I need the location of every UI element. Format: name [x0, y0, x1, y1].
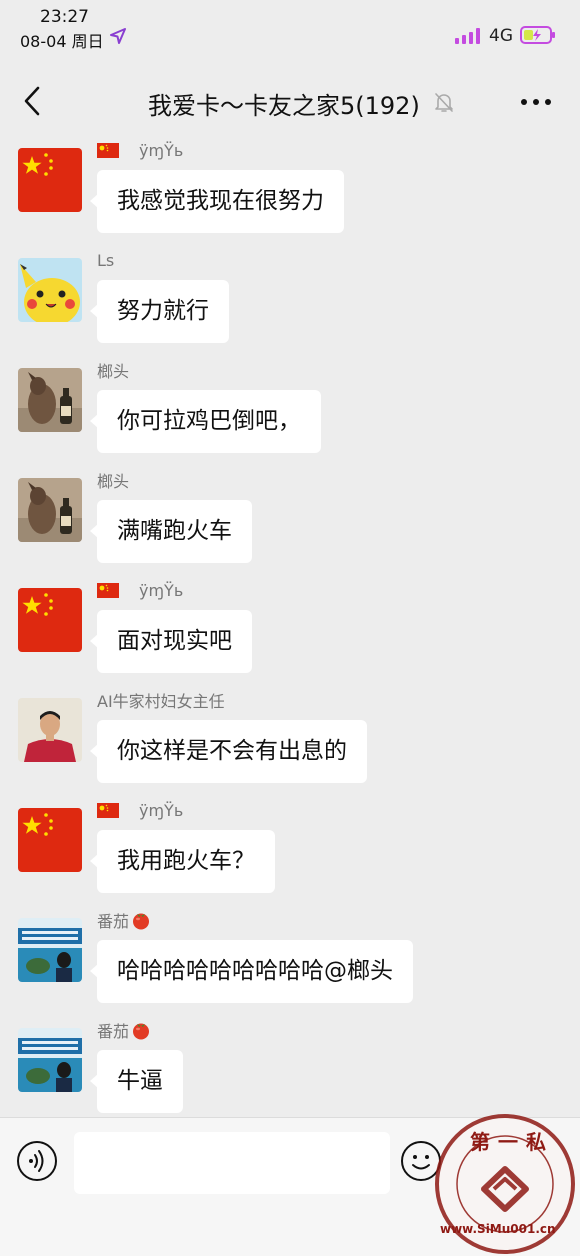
china-flag-icon [97, 582, 119, 598]
sender-name: 番茄 [97, 912, 130, 931]
message-bubble[interactable]: 你可拉鸡巴倒吧， [90, 390, 321, 453]
avatar-turtle-poster[interactable] [18, 918, 82, 982]
message-item: ÿɱŸь 面对现实吧 [0, 578, 580, 688]
message-item: 番茄 哈哈哈哈哈哈哈哈哈@榔头 [0, 908, 580, 1018]
watermark-text-url: www.SiMu001.cn [440, 1222, 556, 1236]
sender-name: 番茄 [97, 1022, 130, 1041]
sender-name-row: ÿɱŸь [97, 578, 183, 602]
message-item: ÿɱŸь 我感觉我现在很努力 [0, 138, 580, 248]
input-bar: 第一私 www.SiMu001.cn [0, 1114, 580, 1256]
message-item: 榔头 满嘴跑火车 [0, 468, 580, 578]
sender-name: 榔头 [97, 362, 130, 381]
sender-name-row: 榔头 [97, 358, 129, 382]
message-bubble[interactable]: 牛逼 [90, 1050, 183, 1113]
voice-icon[interactable] [16, 1140, 58, 1182]
signal-icon [455, 28, 480, 44]
message-bubble[interactable]: 努力就行 [90, 280, 229, 343]
china-flag-icon [97, 142, 119, 158]
sender-name: ÿɱŸь [139, 140, 184, 160]
network-type: 4G [489, 26, 513, 46]
avatar-turtle-poster[interactable] [18, 1028, 82, 1092]
sender-name: ÿɱŸь [139, 580, 184, 600]
sender-name-row: 榔头 [97, 468, 129, 492]
message-item: 榔头 你可拉鸡巴倒吧， [0, 358, 580, 468]
message-bubble[interactable]: 哈哈哈哈哈哈哈哈哈@榔头 [90, 940, 413, 1003]
mute-bell-icon [435, 93, 453, 112]
sender-name: 榔头 [97, 472, 130, 491]
sender-name-row: 番茄 [97, 1018, 151, 1042]
chat-title: 我爱卡～卡友之家5(192) [148, 92, 420, 120]
sender-name-row: ÿɱŸь [97, 138, 183, 162]
sender-name-row: 番茄 [97, 908, 151, 932]
avatar-dog-bottle[interactable] [18, 368, 82, 432]
message-bubble[interactable]: 我感觉我现在很努力 [90, 170, 344, 233]
sender-name: AI牛家村妇女主任 [97, 692, 225, 711]
sender-name: Ls [97, 250, 115, 270]
chat-header: 我爱卡～卡友之家5(192) [0, 62, 580, 138]
avatar-man-red-shirt[interactable] [18, 698, 82, 762]
battery-charging-icon [520, 26, 555, 44]
message-item: AI牛家村妇女主任 你这样是不会有出息的 [0, 688, 580, 798]
more-icon[interactable] [518, 90, 554, 114]
avatar-china-flag[interactable] [18, 808, 82, 872]
sender-name: ÿɱŸь [139, 800, 184, 820]
tomato-icon [133, 1023, 150, 1040]
status-date: 08-04 周日 [20, 32, 104, 51]
avatar-china-flag[interactable] [18, 588, 82, 652]
watermark-text-main: 第一私 [470, 1130, 554, 1154]
chat-screen: 23:27 08-04 周日 4G 我爱卡～卡友之家5(192) ÿɱŸь 我感… [0, 0, 580, 1256]
china-flag-icon [97, 802, 119, 818]
message-bubble[interactable]: 面对现实吧 [90, 610, 252, 673]
message-input[interactable] [74, 1132, 390, 1194]
tomato-icon [133, 913, 150, 930]
message-item: Ls 努力就行 [0, 248, 580, 358]
avatar-pikachu[interactable] [18, 258, 82, 322]
sender-name-row: AI牛家村妇女主任 [97, 688, 225, 712]
status-bar: 23:27 08-04 周日 4G [0, 0, 580, 62]
location-arrow-icon [110, 28, 126, 44]
status-time: 23:27 [40, 7, 89, 27]
avatar-dog-bottle[interactable] [18, 478, 82, 542]
message-item: ÿɱŸь 我用跑火车？ [0, 798, 580, 908]
sender-name-row: ÿɱŸь [97, 798, 183, 822]
message-bubble[interactable]: 我用跑火车？ [90, 830, 275, 893]
avatar-china-flag[interactable] [18, 148, 82, 212]
back-icon[interactable] [18, 84, 48, 118]
message-bubble[interactable]: 满嘴跑火车 [90, 500, 252, 563]
sender-name-row: Ls [97, 248, 114, 272]
message-bubble[interactable]: 你这样是不会有出息的 [90, 720, 367, 783]
